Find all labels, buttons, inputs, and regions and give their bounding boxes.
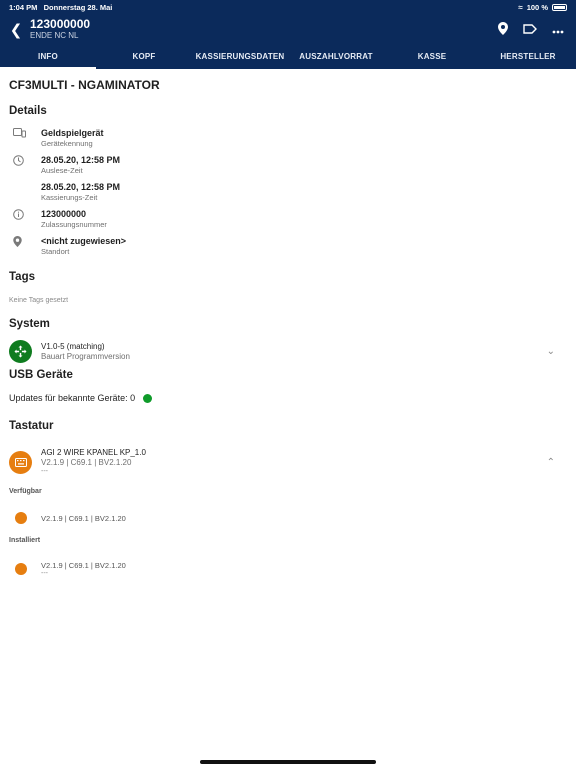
home-indicator xyxy=(200,760,376,764)
tab-info[interactable]: INFO xyxy=(0,45,96,69)
keyboard-heading: Tastatur xyxy=(9,420,54,432)
detail-row: 123000000 Zulassungsnummer xyxy=(9,209,567,236)
installed-label: Installiert xyxy=(9,537,41,544)
readout-time-value: 28.05.20, 12:58 PM xyxy=(41,155,121,165)
keyboard-extra: --- xyxy=(41,468,48,475)
status-ok-icon xyxy=(142,394,152,404)
app-header: 1:04 PM Donnerstag 28. Mai ≈ 100 % ❮ 123… xyxy=(0,0,576,69)
info-icon xyxy=(9,209,41,223)
tab-kassierungsdaten[interactable]: KASSIERUNGSDATEN xyxy=(192,45,288,69)
usb-heading: USB Geräte xyxy=(9,369,73,381)
device-icon xyxy=(9,128,41,141)
more-button[interactable] xyxy=(552,23,564,36)
machine-title: CF3MULTI - NGAMINATOR xyxy=(9,78,160,92)
available-status-icon xyxy=(14,512,27,524)
collection-time-label: Kassierungs-Zeit xyxy=(41,193,98,202)
chevron-up-icon[interactable]: ⌃ xyxy=(547,457,555,468)
device-id-label: Gerätekennung xyxy=(41,139,93,148)
location-pin-icon xyxy=(498,22,508,35)
usb-updates: Updates für bekannte Geräte: 0 xyxy=(9,393,567,405)
system-version-label: Bauart Programmversion xyxy=(41,351,130,361)
tag-icon xyxy=(523,24,537,34)
wifi-icon: ≈ xyxy=(518,2,523,12)
status-bar: 1:04 PM Donnerstag 28. Mai ≈ 100 % xyxy=(0,0,576,14)
status-date: Donnerstag 28. Mai xyxy=(43,2,113,12)
tab-bar: INFO KOPF KASSIERUNGSDATEN AUSZAHLVORRAT… xyxy=(0,45,576,69)
system-row[interactable]: V1.0-5 (matching) Bauart Programmversion… xyxy=(9,339,567,364)
chevron-down-icon[interactable]: ⌄ xyxy=(547,346,555,357)
keyboard-name: AGI 2 WIRE KPANEL KP_1.0 xyxy=(41,448,146,457)
available-row: V2.1.9 | C69.1 | BV2.1.20 xyxy=(9,510,567,526)
clock-icon xyxy=(9,155,41,169)
battery-percent: 100 % xyxy=(526,2,548,12)
page-subtitle: ENDE NC NL xyxy=(30,31,79,40)
readout-time-label: Auslese-Zeit xyxy=(41,166,83,175)
detail-row: 28.05.20, 12:58 PM Auslese-Zeit xyxy=(9,155,567,182)
page-title: 123000000 xyxy=(30,17,91,31)
tags-heading: Tags xyxy=(9,271,35,283)
device-id-value: Geldspielgerät xyxy=(41,128,104,138)
available-version: V2.1.9 | C69.1 | BV2.1.20 xyxy=(41,513,126,523)
keyboard-icon xyxy=(9,450,32,474)
location-button[interactable] xyxy=(498,22,508,37)
collection-time-value: 28.05.20, 12:58 PM xyxy=(41,182,121,192)
location-label: Standort xyxy=(41,247,70,256)
usb-updates-text: Updates für bekannte Geräte: 0 xyxy=(9,393,136,403)
details-heading: Details xyxy=(9,105,47,117)
tags-empty-text: Keine Tags gesetzt xyxy=(9,297,69,304)
installed-version: V2.1.9 | C69.1 | BV2.1.20 xyxy=(41,560,126,570)
approval-number-label: Zulassungsnummer xyxy=(41,220,107,229)
installed-row: V2.1.9 | C69.1 | BV2.1.20 --- xyxy=(9,559,567,579)
back-button[interactable]: ❮ xyxy=(0,21,28,39)
keyboard-version: V2.1.9 | C69.1 | BV2.1.20 xyxy=(41,458,132,467)
more-icon xyxy=(552,30,564,34)
system-version-icon xyxy=(9,340,32,363)
installed-status-icon xyxy=(14,563,27,575)
location-pin-icon xyxy=(9,236,41,250)
detail-row: Geldspielgerät Gerätekennung xyxy=(9,128,567,155)
keyboard-row[interactable]: AGI 2 WIRE KPANEL KP_1.0 V2.1.9 | C69.1 … xyxy=(9,444,567,480)
tab-kasse[interactable]: KASSE xyxy=(384,45,480,69)
tag-button[interactable] xyxy=(523,23,537,36)
available-label: Verfügbar xyxy=(9,488,42,495)
battery-icon xyxy=(552,3,567,11)
status-time: 1:04 PM xyxy=(9,2,38,12)
detail-row: <nicht zugewiesen> Standort xyxy=(9,236,567,263)
detail-row: 28.05.20, 12:58 PM Kassierungs-Zeit xyxy=(9,182,567,209)
system-heading: System xyxy=(9,318,50,330)
tab-kopf[interactable]: KOPF xyxy=(96,45,192,69)
tab-auszahlvorrat[interactable]: AUSZAHLVORRAT xyxy=(288,45,384,69)
approval-number-value: 123000000 xyxy=(41,209,87,219)
system-version: V1.0-5 (matching) xyxy=(41,341,105,351)
location-value: <nicht zugewiesen> xyxy=(41,236,127,246)
tab-hersteller[interactable]: HERSTELLER xyxy=(480,45,576,69)
installed-extra: --- xyxy=(41,569,48,577)
